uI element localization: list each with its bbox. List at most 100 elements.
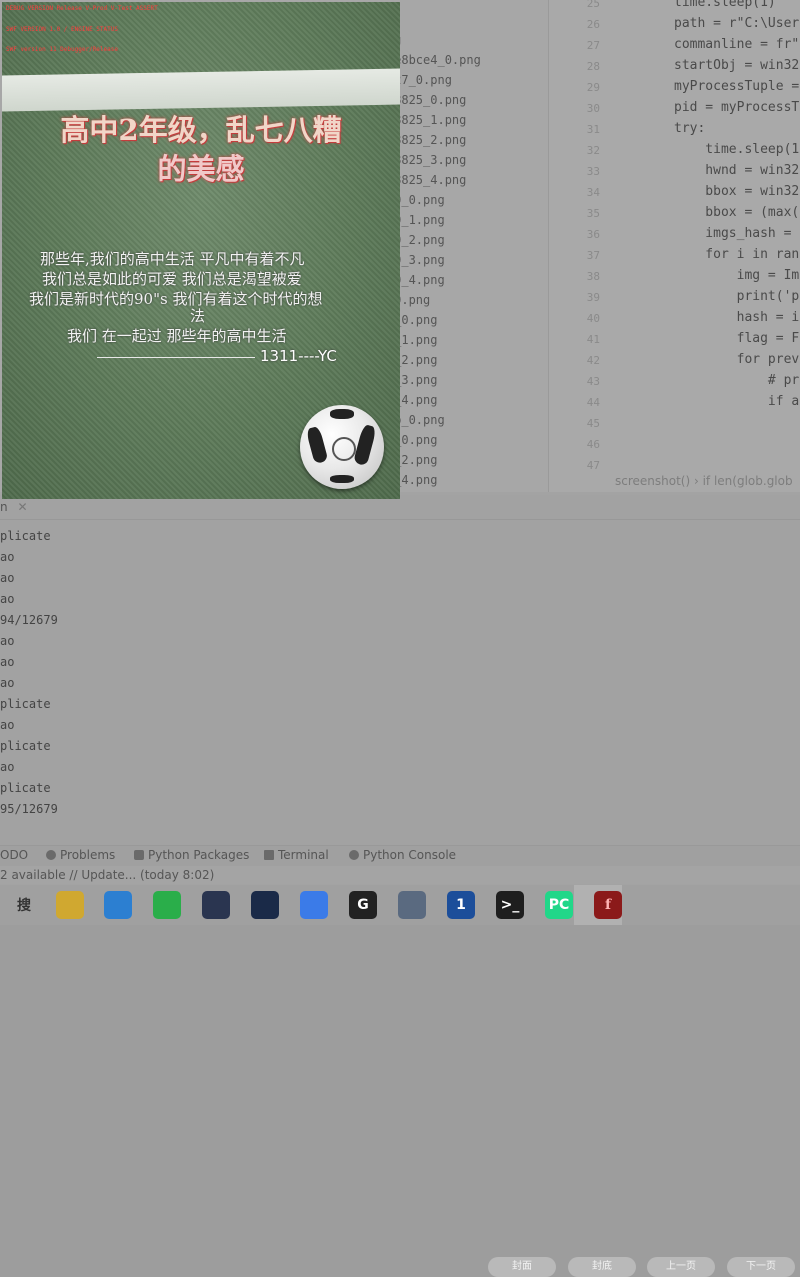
- tab-python-console[interactable]: Python Console: [349, 848, 456, 862]
- line-number: 43: [586, 375, 600, 388]
- line-number: 45: [586, 417, 600, 430]
- file-explorer-icon[interactable]: [56, 891, 84, 919]
- search-icon[interactable]: 搜: [10, 891, 38, 919]
- poem-line: 那些年,我们的高中生活 平凡中有着不凡: [40, 250, 305, 268]
- vscode-icon[interactable]: [104, 891, 132, 919]
- debug-line: SWF version 11 Debugger/Release: [6, 46, 118, 53]
- code-line[interactable]: imgs_hash =: [674, 226, 791, 241]
- tab-problems[interactable]: Problems: [46, 848, 115, 862]
- cover-title-line-2: 的美感: [157, 152, 245, 186]
- cover-title-line-1: 高中2年级，乱七八糟: [60, 113, 342, 147]
- g-hub-icon[interactable]: G: [349, 891, 377, 919]
- tab-todo[interactable]: ODO: [0, 848, 28, 862]
- code-line[interactable]: # pr: [674, 373, 799, 388]
- packages-icon: [134, 850, 144, 860]
- code-line[interactable]: path = r"C:\User: [674, 16, 799, 31]
- debug-line: DEBUG VERSION Release V-Prod V-Test ASSE…: [6, 5, 158, 12]
- code-line[interactable]: time.sleep(1: [674, 142, 799, 157]
- console-output-line: ao: [0, 760, 15, 774]
- 1password-icon[interactable]: 1: [447, 891, 475, 919]
- code-line[interactable]: for prev: [674, 352, 800, 367]
- code-line[interactable]: for i in ran: [674, 247, 799, 262]
- console-tab-label: n: [0, 500, 8, 514]
- code-line[interactable]: try:: [674, 121, 705, 136]
- status-text[interactable]: 2 available // Update... (today 8:02): [0, 868, 214, 882]
- line-number: 27: [586, 39, 600, 52]
- line-number: 34: [586, 186, 600, 199]
- code-editor[interactable]: 25 26 27 28 29 30 31 32 33 34 35 36 37 38 39 40 41 42 43 44…: [548, 0, 800, 492]
- tab-label: Python Console: [363, 848, 457, 862]
- line-number: 33: [586, 165, 600, 178]
- line-gutter: 25 26 27 28 29 30 31 32 33 34 35 36 37 38 39 40 41 42 43 44…: [549, 0, 604, 472]
- console-output-line: 94/12679: [0, 613, 58, 627]
- code-line[interactable]: pid = myProcessT: [674, 100, 799, 115]
- code-line[interactable]: hwnd = win32: [674, 163, 799, 178]
- line-number: 26: [586, 18, 600, 31]
- console-tab[interactable]: n ✕: [0, 500, 28, 514]
- run-console[interactable]: n ✕ 封面 封底 上一页 下一页 plicate ao ao ao 94/12679 a…: [0, 495, 800, 1277]
- steam-icon[interactable]: [251, 891, 279, 919]
- console-output-line: 95/12679: [0, 802, 58, 816]
- line-number: 38: [586, 270, 600, 283]
- line-number: 41: [586, 333, 600, 346]
- line-number: 46: [586, 438, 600, 451]
- code-line[interactable]: time.sleep(1): [674, 0, 776, 10]
- flash-player-icon[interactable]: f: [594, 891, 622, 919]
- editor-breadcrumb[interactable]: screenshot() › if len(glob.glob: [615, 474, 793, 488]
- code-line[interactable]: flag = F: [674, 331, 800, 346]
- cover-button[interactable]: 封面: [488, 1257, 556, 1277]
- ring-app-icon[interactable]: [202, 891, 230, 919]
- line-number: 28: [586, 60, 600, 73]
- tab-python-packages[interactable]: Python Packages: [134, 848, 249, 862]
- code-line[interactable]: print('p: [674, 289, 800, 304]
- poem-line: 我们是新时代的90"s 我们有着这个时代的想: [29, 290, 323, 308]
- signature: 1311----YC: [260, 347, 337, 365]
- back-cover-button[interactable]: 封底: [568, 1257, 636, 1277]
- code-line[interactable]: commanline = fr": [674, 37, 799, 52]
- windows-taskbar: 搜 G 1 >_ PC f: [0, 885, 800, 925]
- bottom-tool-tabs: ODO Problems Python Packages Terminal Py…: [0, 845, 800, 866]
- signature-underline: [97, 357, 255, 358]
- console-output-line: plicate: [0, 739, 51, 753]
- line-number: 44: [586, 396, 600, 409]
- line-number: 35: [586, 207, 600, 220]
- tab-label: Python Packages: [148, 848, 250, 862]
- code-line[interactable]: img = Im: [674, 268, 800, 283]
- code-line[interactable]: myProcessTuple =: [674, 79, 799, 94]
- line-number: 31: [586, 123, 600, 136]
- field-line: [2, 68, 400, 112]
- line-number: 37: [586, 249, 600, 262]
- line-number: 42: [586, 354, 600, 367]
- prev-page-button[interactable]: 上一页: [647, 1257, 715, 1277]
- divider: [0, 519, 800, 520]
- python-icon: [349, 850, 359, 860]
- line-number: 36: [586, 228, 600, 241]
- code-line[interactable]: if a: [674, 394, 799, 409]
- flash-cover-window[interactable]: DEBUG VERSION Release V-Prod V-Test ASSE…: [2, 2, 400, 499]
- code-line[interactable]: hash = i: [674, 310, 800, 325]
- line-number: 25: [586, 0, 600, 10]
- pycharm-icon[interactable]: PC: [545, 891, 573, 919]
- monitor-icon[interactable]: [398, 891, 426, 919]
- status-bar: 2 available // Update... (today 8:02): [0, 866, 800, 884]
- line-number: 32: [586, 144, 600, 157]
- tab-label: ODO: [0, 848, 29, 862]
- tab-terminal[interactable]: Terminal: [264, 848, 329, 862]
- code-line[interactable]: bbox = (max(: [674, 205, 799, 220]
- console-output-line: ao: [0, 655, 15, 669]
- console-output-line: plicate: [0, 697, 51, 711]
- console-output-line: plicate: [0, 529, 51, 543]
- poem-line: 法: [190, 307, 206, 325]
- line-number: 29: [586, 81, 600, 94]
- code-line[interactable]: startObj = win32: [674, 58, 799, 73]
- line-number: 30: [586, 102, 600, 115]
- code-line[interactable]: bbox = win32: [674, 184, 799, 199]
- console-output-line: ao: [0, 634, 15, 648]
- soccer-ball-image: [300, 405, 384, 489]
- wechat-icon[interactable]: [153, 891, 181, 919]
- close-icon[interactable]: ✕: [17, 500, 27, 514]
- terminal-icon[interactable]: >_: [496, 891, 524, 919]
- lark-icon[interactable]: [300, 891, 328, 919]
- next-page-button[interactable]: 下一页: [727, 1257, 795, 1277]
- tab-label: Terminal: [278, 848, 329, 862]
